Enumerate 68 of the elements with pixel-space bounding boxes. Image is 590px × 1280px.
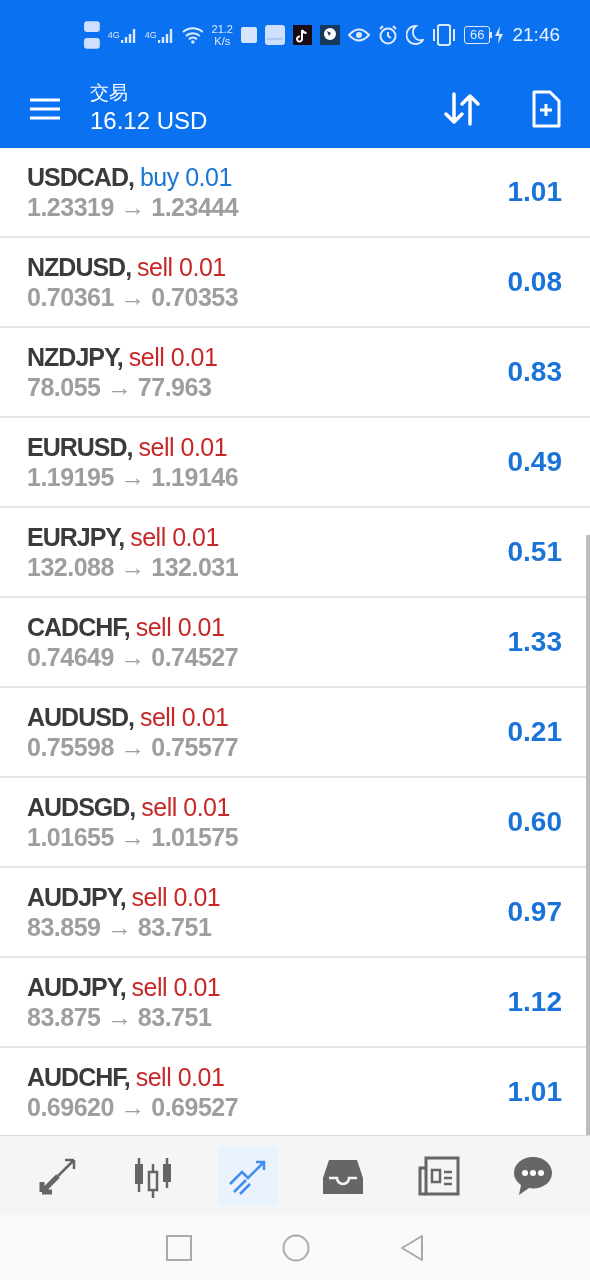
alarm-icon <box>378 25 398 45</box>
price-change: 83.859 → 83.751 <box>27 911 213 943</box>
sim-cards-icon <box>84 21 100 49</box>
price-change: 0.74649 → 0.74527 <box>27 641 240 673</box>
notification-icon <box>240 27 257 43</box>
order-label: sell 0.01 <box>138 431 228 462</box>
symbol-label: CADCHF, <box>27 611 130 642</box>
wifi-icon <box>181 26 204 44</box>
profit-value: 1.01 <box>507 1075 562 1109</box>
profit-value: 0.60 <box>507 805 562 839</box>
nav-tab[interactable] <box>217 1145 278 1206</box>
profit-value: 0.49 <box>507 445 562 479</box>
app-icon <box>292 25 313 45</box>
signal-icon <box>120 26 137 44</box>
speed-unit: K/s <box>214 35 231 47</box>
profit-value: 1.12 <box>507 985 562 1019</box>
symbol-label: AUDSGD, <box>27 791 136 822</box>
price-change: 1.19195 → 1.19146 <box>27 461 240 493</box>
symbol-label: AUDCHF, <box>27 1061 130 1092</box>
order-label: sell 0.01 <box>131 881 221 912</box>
symbol-label: EURUSD, <box>27 431 133 462</box>
symbol-label: NZDJPY, <box>27 341 123 372</box>
order-label: sell 0.01 <box>131 971 221 1002</box>
notification-icon <box>264 25 285 45</box>
order-label: sell 0.01 <box>137 251 226 282</box>
symbol-label: NZDUSD, <box>27 251 132 282</box>
profit-value: 0.08 <box>507 265 562 299</box>
price-change: 83.875 → 83.751 <box>27 1001 213 1033</box>
charging-icon <box>490 25 505 45</box>
order-label: sell 0.01 <box>128 341 218 372</box>
signal-icon <box>157 26 174 44</box>
profit-value: 0.21 <box>507 715 562 749</box>
symbol-label: USDCAD, <box>27 161 134 192</box>
symbol-label: AUDUSD, <box>27 701 134 732</box>
profit-value: 0.97 <box>507 895 562 929</box>
document-plus-icon <box>531 90 561 128</box>
account-balance: 16.12 USD <box>90 106 209 136</box>
price-change: 1.01655 → 1.01575 <box>27 821 240 853</box>
menu-icon <box>30 98 60 120</box>
clock: 21:46 <box>512 22 561 47</box>
price-change: 0.75598 → 0.75577 <box>27 731 240 763</box>
sort-icon <box>443 91 481 127</box>
price-change: 0.70361 → 0.70353 <box>27 281 240 313</box>
vibrate-icon <box>432 24 456 46</box>
order-label: sell 0.01 <box>139 701 229 732</box>
network-type-label: 4G <box>107 30 120 40</box>
order-label: sell 0.01 <box>141 791 230 822</box>
screen-title: 交易 <box>90 81 129 105</box>
profit-value: 1.33 <box>507 625 562 659</box>
order-label: sell 0.01 <box>135 1061 225 1092</box>
order-label: sell 0.01 <box>135 611 225 642</box>
eye-icon <box>348 27 370 43</box>
symbol-label: EURJPY, <box>27 521 125 552</box>
battery-level: 66 <box>464 26 491 44</box>
profit-value: 0.51 <box>507 535 562 569</box>
symbol-label: AUDJPY, <box>27 971 126 1002</box>
profit-value: 1.01 <box>507 175 562 209</box>
price-change: 132.088 → 132.031 <box>27 551 240 583</box>
symbol-label: AUDJPY, <box>27 881 126 912</box>
profit-value: 0.83 <box>507 355 562 389</box>
network-type-label: 4G <box>144 30 157 40</box>
price-change: 78.055 → 77.963 <box>27 371 213 403</box>
network-speed: 21.2 <box>211 23 233 35</box>
order-label: buy 0.01 <box>139 161 232 192</box>
price-change: 1.23319 → 1.23444 <box>27 191 240 223</box>
moon-icon <box>406 25 424 45</box>
order-label: sell 0.01 <box>130 521 219 552</box>
price-change: 0.69620 → 0.69527 <box>27 1091 240 1123</box>
